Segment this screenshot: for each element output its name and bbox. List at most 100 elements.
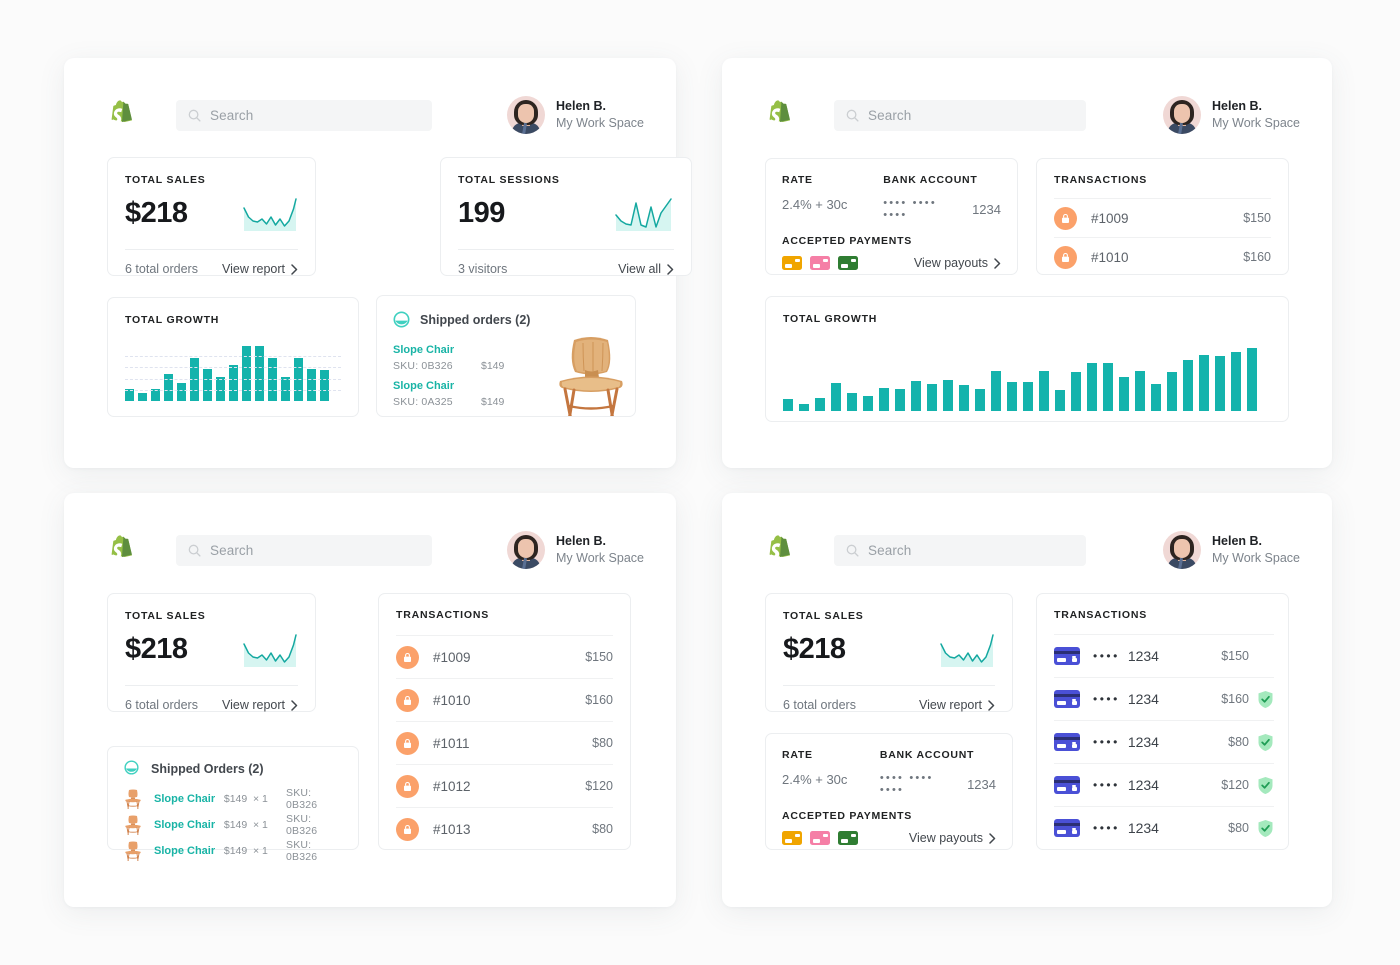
user-menu[interactable]: Helen B. My Work Space (1163, 531, 1300, 569)
chart-bar (959, 385, 969, 411)
green-card-icon (838, 831, 858, 845)
total-growth-label: TOTAL GROWTH (783, 313, 878, 325)
table-row[interactable]: •••• 1234 $150 (1054, 634, 1274, 677)
shipped-orders-header: Shipped orders (2) (393, 311, 635, 328)
app-header: Search Helen B. My Work Space (64, 58, 676, 134)
table-row[interactable]: #1010 $160 (396, 678, 613, 721)
chevron-right-icon (291, 263, 298, 275)
chevron-right-icon (667, 263, 674, 275)
payments-card: RATE 2.4% + 30c BANK ACCOUNT •••• •••• •… (765, 158, 1018, 275)
product-name: Slope Chair (154, 819, 216, 831)
list-item[interactable]: Slope Chair $149 × 1 SKU: 0B326 (124, 786, 344, 812)
chart-bar (847, 392, 857, 411)
table-row[interactable]: #1013 $80 (396, 807, 613, 850)
transactions-list: #1009 $150 #1010 $160 #1011 $80 #1012 $120 #1013… (379, 635, 630, 850)
product-thumbnail-icon (124, 789, 142, 809)
view-report-link[interactable]: View report (222, 698, 298, 712)
table-row[interactable]: •••• 1234 $80 (1054, 720, 1274, 763)
user-menu[interactable]: Helen B. My Work Space (1163, 96, 1300, 134)
green-card-icon (838, 256, 858, 270)
total-sessions-card: TOTAL SESSIONS 199 3 visitors View all (440, 157, 692, 276)
chart-bar (1215, 355, 1225, 411)
verified-shield-icon (1257, 733, 1274, 752)
table-row[interactable]: #1009 $150 (396, 635, 613, 678)
orange-card-icon (782, 256, 802, 270)
table-row[interactable]: #1010 $160 (1054, 237, 1271, 276)
table-row[interactable]: •••• 1234 $160 (1054, 677, 1274, 720)
total-sales-card: TOTAL SALES $218 6 total orders View rep… (107, 593, 316, 712)
lock-icon (396, 817, 419, 841)
user-menu[interactable]: Helen B. My Work Space (507, 96, 644, 134)
table-row[interactable]: #1011 $80 (396, 721, 613, 764)
transaction-id: #1012 (433, 778, 471, 794)
avatar (507, 531, 545, 569)
shipped-orders-list: Slope Chair $149 × 1 SKU: 0B326 Slope Chair $… (108, 786, 358, 864)
product-price: $149 (481, 360, 505, 372)
table-row[interactable]: •••• 1234 $120 (1054, 763, 1274, 806)
lock-icon (396, 688, 419, 712)
chart-bar (911, 380, 921, 411)
card-mask-dots: •••• (1093, 821, 1120, 835)
table-row[interactable]: •••• 1234 $80 (1054, 806, 1274, 849)
search-placeholder: Search (868, 107, 912, 123)
transaction-amount: $80 (592, 736, 613, 750)
list-item[interactable]: Slope Chair $149 × 1 SKU: 0B326 (124, 812, 344, 838)
total-sales-card: TOTAL SALES $218 6 total orders View rep… (765, 593, 1013, 712)
product-name: Slope Chair (154, 845, 216, 857)
transactions-label: TRANSACTIONS (1054, 174, 1148, 186)
search-icon (188, 109, 201, 122)
transaction-amount: $80 (1228, 735, 1249, 749)
view-payouts-link[interactable]: View payouts (914, 256, 1001, 270)
chart-gridline (125, 356, 341, 358)
product-quantity: × 1 (252, 819, 268, 831)
chart-bar (320, 370, 329, 401)
chart-bar (1055, 390, 1065, 411)
table-row[interactable]: #1012 $120 (396, 764, 613, 807)
chart-bar (229, 364, 238, 401)
list-item[interactable]: Slope Chair SKU: 0B326 $149 (393, 344, 543, 372)
total-growth-bar-chart (125, 345, 341, 401)
view-report-link[interactable]: View report (919, 698, 995, 712)
accepted-payments-label: ACCEPTED PAYMENTS (782, 235, 913, 247)
search-input[interactable]: Search (176, 534, 432, 566)
view-all-link[interactable]: View all (618, 262, 674, 276)
card-mask-dots: •••• (1093, 692, 1120, 706)
shipped-orders-list: Slope Chair SKU: 0B326 $149 Slope Chair SKU:… (393, 344, 543, 416)
lock-icon (1054, 245, 1077, 269)
user-name: Helen B. (556, 99, 607, 114)
shopify-bag-icon (108, 100, 136, 130)
avatar (507, 96, 545, 134)
chart-bar (138, 392, 147, 401)
search-input[interactable]: Search (176, 99, 432, 131)
masked-card-number: •••• 1234 (1093, 648, 1159, 664)
product-thumbnail-icon (124, 841, 142, 861)
orange-card-icon (782, 831, 802, 845)
shipment-icon (393, 311, 410, 328)
list-item[interactable]: Slope Chair $149 × 1 SKU: 0B326 (124, 838, 344, 864)
list-item[interactable]: Slope Chair SKU: 0A325 $149 (393, 380, 543, 408)
transaction-id: #1010 (1091, 249, 1129, 265)
chart-bar (1087, 362, 1097, 411)
chart-bar (815, 398, 825, 411)
transaction-amount: $150 (585, 650, 613, 664)
table-row[interactable]: #1009 $150 (1054, 198, 1271, 237)
shopify-bag-icon (766, 100, 794, 130)
bank-account-masked: •••• •••• •••• (879, 772, 934, 796)
product-name: Slope Chair (154, 793, 216, 805)
view-payouts-link[interactable]: View payouts (909, 831, 996, 845)
total-sessions-sparkline (614, 197, 674, 238)
transaction-id: #1009 (433, 649, 471, 665)
view-report-link[interactable]: View report (222, 262, 298, 276)
product-sku: SKU: 0B326 (285, 839, 318, 863)
search-input[interactable]: Search (834, 534, 1086, 566)
workspace-name: My Work Space (1212, 551, 1300, 565)
transaction-amount: $80 (1228, 821, 1249, 835)
user-menu[interactable]: Helen B. My Work Space (507, 531, 644, 569)
product-price: $149 (223, 819, 248, 831)
search-input[interactable]: Search (834, 99, 1086, 131)
rate-label: RATE (782, 749, 813, 761)
masked-card-number: •••• 1234 (1093, 820, 1159, 836)
chart-gridline (125, 378, 341, 380)
workspace-name: My Work Space (1212, 116, 1300, 130)
chart-bar (1039, 371, 1049, 411)
